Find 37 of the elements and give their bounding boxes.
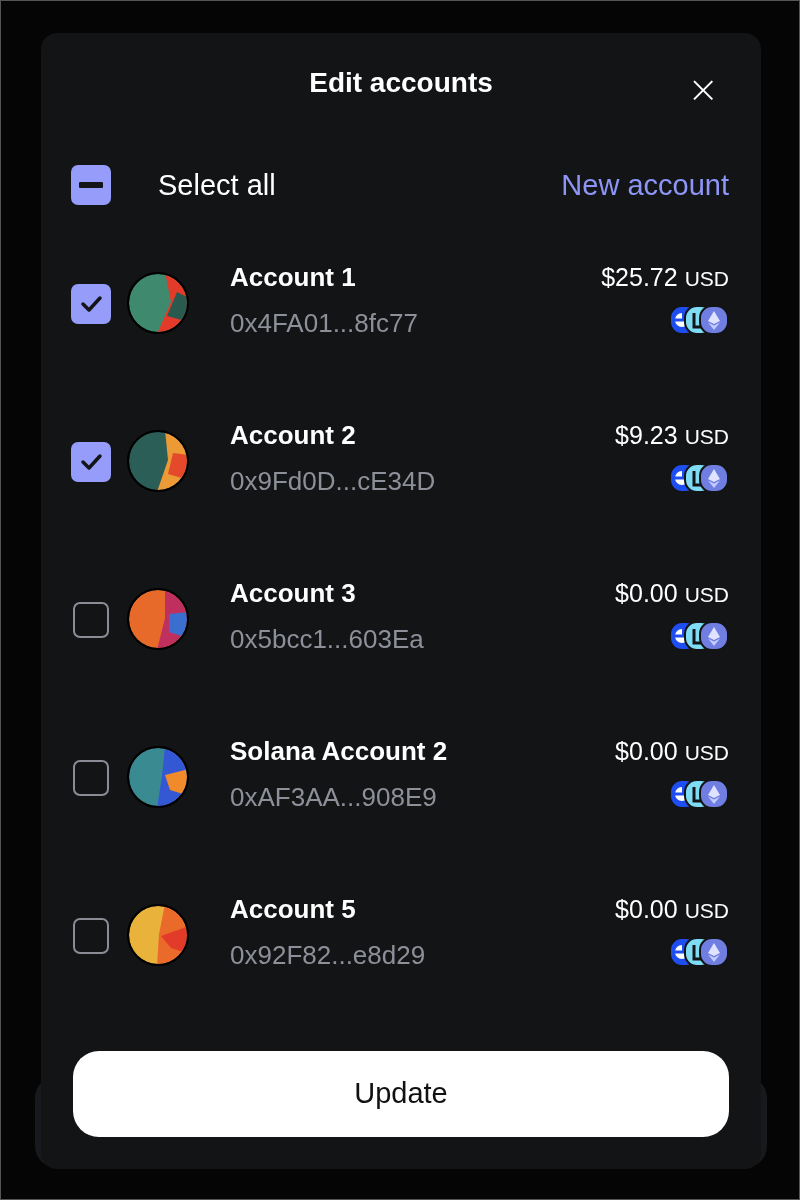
account-name: Account 3 [230, 576, 357, 609]
balance-amount: $9.23 [615, 419, 678, 451]
checkbox[interactable] [71, 283, 111, 324]
currency-label: USD [684, 423, 729, 450]
dialog-title: Edit accounts [309, 67, 493, 100]
currency-label: USD [684, 739, 729, 766]
checkbox[interactable] [71, 441, 111, 482]
currency-label: USD [684, 265, 729, 292]
checkbox[interactable] [71, 165, 111, 206]
account-address: 0xAF3AA...908E9 [230, 780, 438, 813]
balance-amount: $0.00 [615, 577, 678, 609]
checkbox[interactable] [73, 917, 109, 954]
dash-icon [79, 182, 103, 189]
currency-label: USD [684, 897, 729, 924]
account-name: Account 5 [230, 892, 357, 925]
select-all-label: Select all [158, 168, 277, 202]
account-name: Account 2 [230, 418, 357, 451]
currency-label: USD [684, 581, 729, 608]
account-address: 0x92F82...e8d29 [230, 938, 427, 971]
network-icons-drawing [669, 304, 729, 335]
network-icons-drawing [669, 936, 729, 967]
account-name: Solana Account 2 [230, 734, 449, 767]
account-address: 0x4FA01...8fc77 [230, 306, 419, 339]
account-address: 0x5bcc1...603Ea [230, 622, 425, 655]
balance-amount: $0.00 [615, 735, 678, 767]
checkbox[interactable] [73, 759, 109, 796]
account-name: Account 1 [230, 260, 357, 293]
balance-amount: $25.72 [601, 261, 678, 293]
account-address: 0x9Fd0D...cE34D [230, 464, 437, 497]
network-icons-drawing [669, 778, 729, 809]
balance-amount: $0.00 [615, 893, 678, 925]
update-button[interactable]: Update [73, 1050, 729, 1137]
new-account-link[interactable]: New account [561, 168, 729, 202]
network-icons-drawing [669, 620, 729, 651]
checkbox[interactable] [73, 601, 109, 638]
network-icons-drawing [669, 462, 729, 493]
close-button[interactable]: × [681, 69, 725, 109]
